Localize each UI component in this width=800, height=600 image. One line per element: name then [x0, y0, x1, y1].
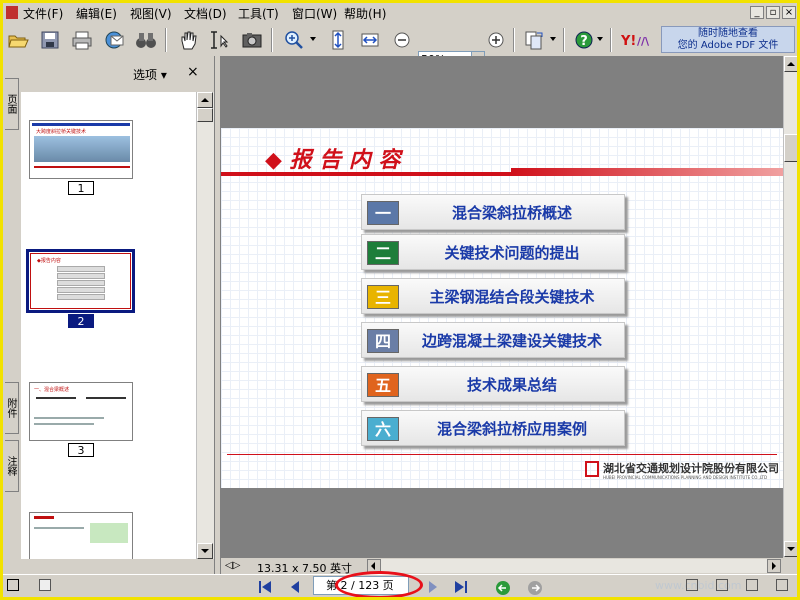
window-frame — [0, 0, 800, 600]
